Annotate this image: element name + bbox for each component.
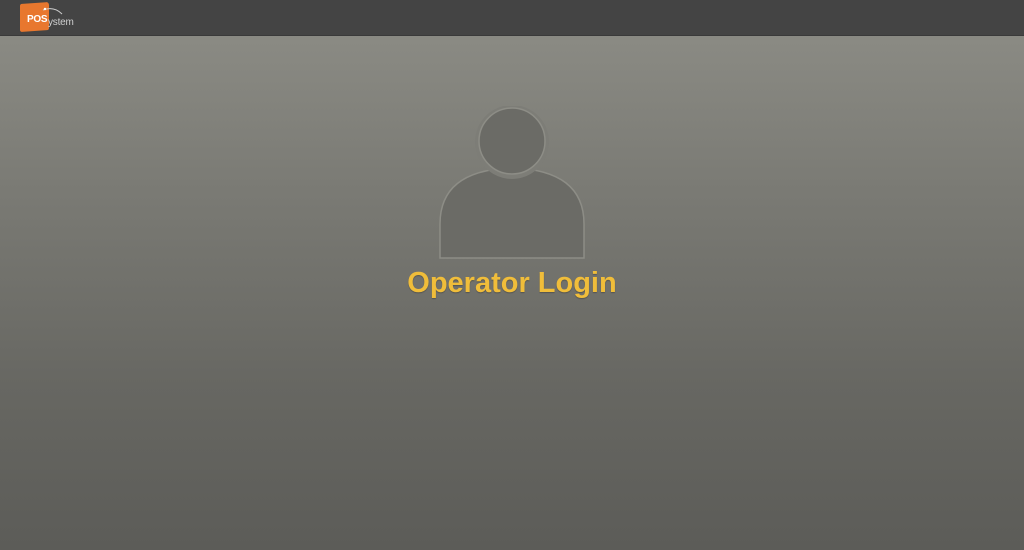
operator-login-title[interactable]: Operator Login: [0, 267, 1024, 300]
top-bar: POS ystem: [0, 0, 1024, 36]
logo-text-system: ystem: [48, 17, 74, 28]
logo-text-pos: POS: [27, 14, 48, 25]
app-logo: POS ystem: [20, 1, 80, 33]
user-silhouette-icon[interactable]: [437, 106, 587, 260]
